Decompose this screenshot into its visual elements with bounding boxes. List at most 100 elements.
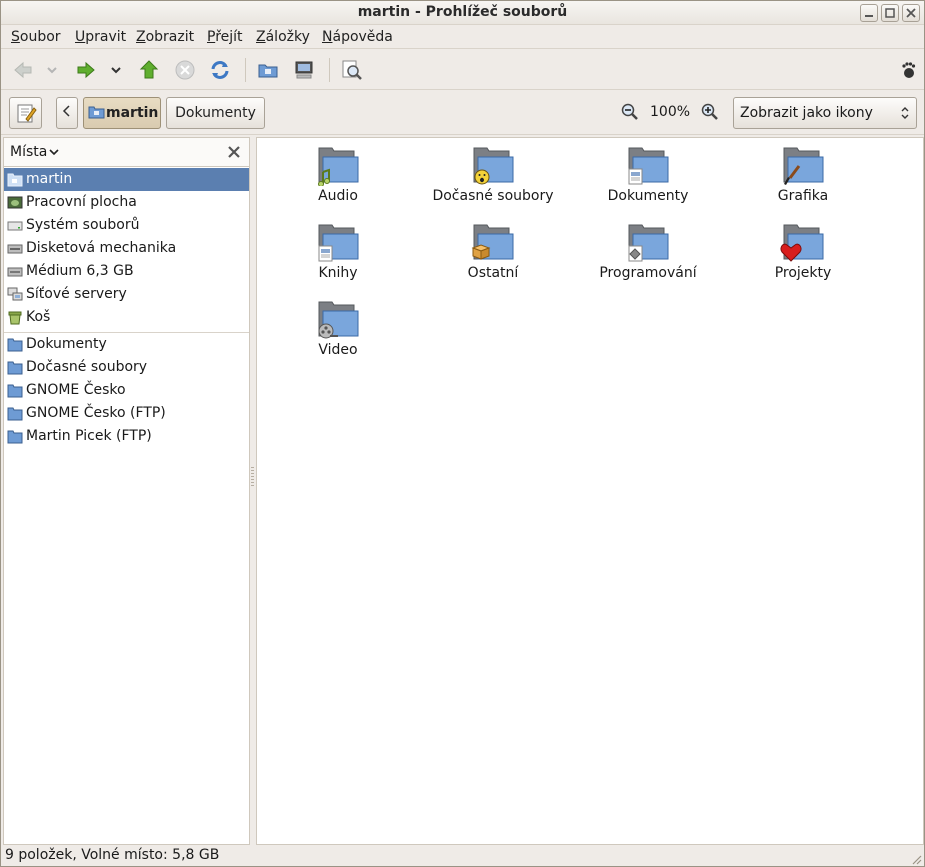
path-button-martin[interactable]: martin <box>83 97 161 129</box>
folder-icon <box>628 147 669 185</box>
folder-audio[interactable]: Audio <box>263 144 413 216</box>
reload-icon <box>211 61 229 79</box>
sidebar-item-filesystem[interactable]: Systém souborů <box>4 214 249 237</box>
sidebar-type-select[interactable]: Místa <box>10 144 59 160</box>
search-icon <box>342 60 362 80</box>
folder-docasne-soubory[interactable]: Dočasné soubory <box>418 144 568 216</box>
sidebar-bookmark-gnome-cesko-ftp[interactable]: GNOME Česko (FTP) <box>4 402 249 425</box>
forward-button[interactable] <box>75 59 97 81</box>
maximize-icon <box>885 8 895 18</box>
filesystem-icon <box>7 221 23 231</box>
stop-icon <box>175 60 195 80</box>
menu-zobrazit[interactable]: Zobrazit <box>136 29 194 45</box>
chevron-left-icon <box>62 105 70 117</box>
sidebar-item-trash[interactable]: Koš <box>4 306 249 329</box>
sidebar-item-medium[interactable]: Médium 6,3 GB <box>4 260 249 283</box>
folder-icon <box>471 224 514 260</box>
back-history-button[interactable] <box>45 59 59 81</box>
reload-button[interactable] <box>209 59 231 81</box>
menu-bar: Soubor Upravit Zobrazit Přejít Záložky N… <box>1 25 924 49</box>
forward-icon <box>77 61 95 79</box>
zoom-in-button[interactable] <box>700 102 720 122</box>
folder-dokumenty[interactable]: Dokumenty <box>573 144 723 216</box>
folder-ostatni[interactable]: Ostatní <box>418 221 568 293</box>
folder-programovani[interactable]: Programování <box>573 221 723 293</box>
sidebar-item-floppy[interactable]: Disketová mechanika <box>4 237 249 260</box>
smiley-icon <box>474 169 490 185</box>
places-sidebar: martin Pracovní plocha Systém souborů Di… <box>3 167 250 845</box>
sidebar-item-martin[interactable]: martin <box>4 168 249 191</box>
folder-icon <box>7 430 23 444</box>
desktop-icon <box>7 196 23 209</box>
folder-icon <box>7 407 23 421</box>
zoom-out-icon <box>621 103 638 120</box>
window-title: martin - Prohlížeč souborů <box>357 4 568 20</box>
menu-prejit[interactable]: Přejít <box>207 29 243 45</box>
sidebar-bookmark-docasne[interactable]: Dočasné soubory <box>4 356 249 379</box>
trash-icon <box>8 311 22 325</box>
search-button[interactable] <box>341 59 363 81</box>
icon-view[interactable]: Audio Dočasné soubory Dokumenty Grafika … <box>256 137 924 845</box>
folder-icon <box>628 224 669 262</box>
combo-arrows-icon <box>901 107 909 119</box>
document-icon <box>318 245 333 262</box>
minimize-icon <box>865 15 873 17</box>
package-icon <box>471 244 491 260</box>
status-bar: 9 položek, Volné místo: 5,8 GB <box>1 845 924 867</box>
toolbar-separator <box>329 58 330 82</box>
close-button[interactable] <box>902 4 920 22</box>
forward-history-button[interactable] <box>109 59 123 81</box>
forward-dropdown-icon <box>111 67 121 74</box>
toggle-location-entry-button[interactable] <box>9 97 42 129</box>
maximize-button[interactable] <box>881 4 899 22</box>
folder-icon <box>318 147 359 186</box>
sidebar-item-network[interactable]: Síťové servery <box>4 283 249 306</box>
computer-icon <box>295 61 313 79</box>
folder-icon <box>780 224 824 262</box>
folder-icon <box>318 224 359 262</box>
menu-upravit[interactable]: Upravit <box>75 29 126 45</box>
folder-knihy[interactable]: Knihy <box>263 221 413 293</box>
resize-grip-icon[interactable] <box>910 853 922 865</box>
minimize-button[interactable] <box>860 4 878 22</box>
up-icon <box>139 60 159 79</box>
back-button[interactable] <box>12 59 34 81</box>
floppy-icon <box>7 244 23 254</box>
home-folder-icon <box>88 106 105 119</box>
file-browser-window: martin - Prohlížeč souborů Soubor Upravi… <box>0 0 925 867</box>
location-bar: martin Dokumenty 100% Zobrazit jako ikon… <box>1 91 924 135</box>
folder-icon <box>473 147 514 185</box>
computer-button[interactable] <box>293 59 315 81</box>
path-button-dokumenty[interactable]: Dokumenty <box>166 97 265 129</box>
pane-resize-handle[interactable] <box>251 467 254 487</box>
view-mode-select[interactable]: Zobrazit jako ikony <box>733 97 917 129</box>
sidebar-bookmark-dokumenty[interactable]: Dokumenty <box>4 333 249 356</box>
menu-soubor[interactable]: Soubor <box>11 29 61 45</box>
home-button[interactable] <box>257 59 279 81</box>
status-text: 9 položek, Volné místo: 5,8 GB <box>5 847 220 863</box>
sidebar-item-desktop[interactable]: Pracovní plocha <box>4 191 249 214</box>
zoom-level[interactable]: 100% <box>650 104 690 120</box>
back-icon <box>14 61 32 79</box>
close-sidebar-icon[interactable] <box>227 145 241 159</box>
folder-projekty[interactable]: Projekty <box>728 221 878 293</box>
folder-icon <box>7 384 23 398</box>
stop-button[interactable] <box>174 59 196 81</box>
folder-icon <box>7 361 23 375</box>
folder-grafika[interactable]: Grafika <box>728 144 878 216</box>
sidebar-bookmark-gnome-cesko[interactable]: GNOME Česko <box>4 379 249 402</box>
home-icon <box>258 64 278 78</box>
path-scroll-left-button[interactable] <box>56 97 78 129</box>
title-bar[interactable]: martin - Prohlížeč souborů <box>1 1 924 25</box>
folder-video[interactable]: Video <box>263 298 413 370</box>
edit-location-icon <box>17 104 37 123</box>
folder-icon <box>783 147 824 185</box>
zoom-out-button[interactable] <box>620 102 640 122</box>
sidebar-bookmark-martin-picek-ftp[interactable]: Martin Picek (FTP) <box>4 425 249 448</box>
close-icon <box>906 8 916 18</box>
up-button[interactable] <box>138 59 160 81</box>
menu-zalozky[interactable]: Záložky <box>256 29 310 45</box>
chevron-down-icon <box>49 149 59 156</box>
zoom-in-icon <box>701 103 718 120</box>
menu-napoveda[interactable]: Nápověda <box>322 29 393 45</box>
